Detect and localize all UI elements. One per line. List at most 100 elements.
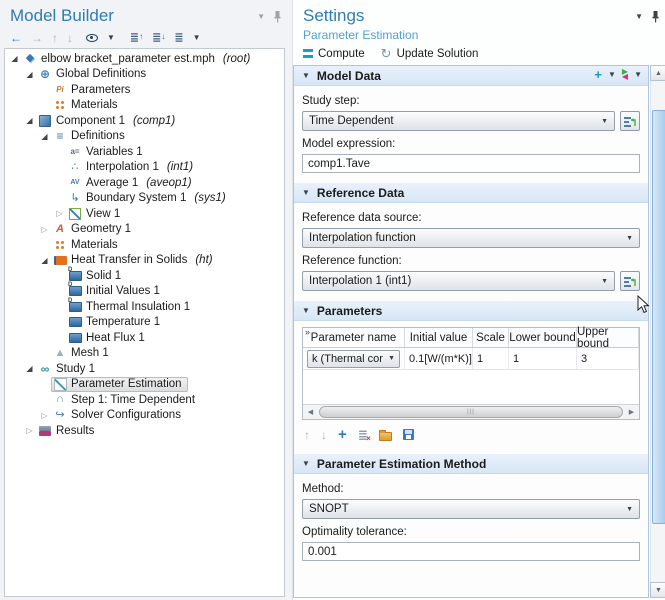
tree-item[interactable]: ∩ Step 1: Time Dependent (5, 392, 284, 408)
tree-item[interactable]: ◢ Heat Transfer in Solids (ht) (5, 253, 284, 269)
expander-icon[interactable]: ◢ (23, 364, 36, 373)
tree-item[interactable]: ◢ ∞ Study 1 (5, 361, 284, 377)
chevron-down-icon: ▼ (601, 277, 608, 285)
tree-item[interactable]: Thermal Insulation 1 (5, 298, 284, 315)
tree-item[interactable]: ◢ Component 1 (comp1) (5, 113, 284, 129)
collapse-section-icon[interactable]: ▼ (302, 459, 310, 468)
tree-item[interactable]: ◢ ≡ Definitions (5, 129, 284, 145)
tree-item[interactable]: ▷ View 1 (5, 206, 284, 222)
load-from-file-icon[interactable] (378, 429, 392, 441)
tree-item[interactable]: Heat Flux 1 (5, 330, 284, 346)
tree-item[interactable]: a= Variables 1 (5, 144, 284, 160)
tree-item[interactable]: ▲ Mesh 1 (5, 346, 284, 362)
method-select[interactable]: SNOPT ▼ (302, 499, 640, 519)
tree-item[interactable]: Temperature 1 (5, 315, 284, 331)
model-expression-input[interactable]: comp1.Tave (302, 154, 640, 173)
tree-item[interactable]: Initial Values 1 (5, 282, 284, 300)
study-step-select[interactable]: Time Dependent ▼ (302, 111, 615, 131)
table-horizontal-scrollbar[interactable]: ◀ ||| ▶ (303, 404, 639, 419)
expander-icon[interactable]: ◢ (38, 256, 51, 265)
parameter-name-select[interactable]: k (Thermal cor ▼ (307, 349, 400, 368)
tree-item[interactable]: Parameter Estimation (5, 376, 284, 393)
update-solution-button[interactable]: ↻ Update Solution (381, 47, 479, 60)
go-to-source-button[interactable] (620, 111, 640, 131)
expander-icon[interactable]: ◢ (38, 132, 51, 141)
pin-icon[interactable] (273, 10, 282, 23)
tree-item[interactable]: ▷ A Geometry 1 (5, 222, 284, 238)
show-icon[interactable] (86, 33, 98, 42)
mesh-icon: ▲ (54, 346, 66, 359)
save-to-file-icon[interactable] (402, 429, 414, 440)
expander-icon[interactable]: ▷ (38, 225, 51, 234)
settings-pin-icon[interactable] (651, 10, 660, 23)
table-cell-lower-bound[interactable]: 1 (509, 348, 577, 369)
tree-item[interactable]: ▷ Results (5, 423, 284, 439)
expander-icon[interactable]: ◢ (23, 70, 36, 79)
vscroll-thumb[interactable] (652, 110, 665, 524)
tree-item[interactable]: Pi Parameters (5, 82, 284, 98)
vscroll-track[interactable] (650, 81, 665, 582)
tree-item-label: Average 1 (86, 176, 139, 189)
tree-item-tag: (ht) (195, 254, 213, 267)
tree-item[interactable]: ∴ Interpolation 1 (int1) (5, 160, 284, 176)
move-row-up-icon[interactable]: ↑ (304, 429, 310, 441)
move-up-icon[interactable]: ↑ (52, 32, 58, 44)
add-expression-caret-icon[interactable]: ▼ (608, 70, 616, 79)
compute-button[interactable]: Compute (303, 48, 365, 60)
panel-menu-caret-icon[interactable]: ▼ (257, 12, 265, 21)
collapse-section-icon[interactable]: ▼ (302, 188, 310, 197)
section-header-reference-data[interactable]: ▼ Reference Data (294, 183, 648, 203)
clear-table-icon[interactable]: ≣ (358, 429, 371, 443)
move-row-down-icon[interactable]: ↓ (321, 429, 327, 441)
tree-item[interactable]: AV Average 1 (aveop1) (5, 175, 284, 191)
add-row-icon[interactable]: + (338, 427, 347, 442)
expander-icon[interactable]: ◢ (8, 54, 21, 63)
replace-expression-caret-icon[interactable]: ▼ (634, 70, 642, 79)
tree-item-label: Global Definitions (56, 68, 147, 81)
add-expression-icon[interactable]: + (594, 68, 602, 81)
expander-icon[interactable]: ◢ (23, 116, 36, 125)
table-cell-upper-bound[interactable]: 3 (577, 348, 639, 369)
forward-arrow-icon[interactable]: → (31, 32, 43, 44)
tree-item[interactable]: ◢ ◆ elbow bracket_parameter est.mph (root) (5, 51, 284, 67)
move-down-icon[interactable]: ↓ (67, 32, 73, 44)
hscroll-track[interactable]: ||| (318, 405, 624, 419)
tree-item[interactable]: ◢ ⊕ Global Definitions (5, 67, 284, 83)
table-cell-initial-value[interactable]: 0.1[W/(m*K)] (405, 348, 473, 369)
tree-options-caret-icon[interactable]: ▼ (193, 33, 201, 42)
scroll-down-icon[interactable]: ▼ (650, 582, 665, 598)
optimality-tolerance-input[interactable]: 0.001 (302, 542, 640, 561)
collapse-section-icon[interactable]: ▼ (302, 71, 310, 80)
table-cell-parameter-name[interactable]: k (Thermal cor ▼ (303, 348, 405, 369)
expander-icon[interactable]: ▷ (23, 426, 36, 435)
hscroll-thumb[interactable]: ||| (319, 406, 623, 418)
section-header-parameters[interactable]: ▼ Parameters (294, 301, 648, 321)
expand-all-icon[interactable]: ≣↑ (130, 31, 143, 44)
expander-icon[interactable]: ▷ (38, 411, 51, 420)
collapse-all-icon[interactable]: ≣↓ (152, 31, 165, 44)
method-value: SNOPT (309, 503, 349, 515)
show-menu-caret-icon[interactable]: ▼ (107, 33, 115, 42)
collapse-section-icon[interactable]: ▼ (302, 306, 310, 315)
settings-menu-caret-icon[interactable]: ▼ (635, 12, 643, 21)
scroll-left-icon[interactable]: ◀ (303, 405, 318, 419)
scroll-right-icon[interactable]: ▶ (624, 405, 639, 419)
section-header-model-data[interactable]: ▼ Model Data + ▼ ▶ ◀ ▼ (294, 66, 648, 86)
table-empty-area[interactable] (303, 370, 639, 404)
section-header-method[interactable]: ▼ Parameter Estimation Method (294, 454, 648, 474)
reference-source-select[interactable]: Interpolation function ▼ (302, 228, 640, 248)
reference-function-select[interactable]: Interpolation 1 (int1) ▼ (302, 271, 615, 291)
expander-icon[interactable]: ▷ (53, 209, 66, 218)
tree-item[interactable]: ▷ ↪ Solver Configurations (5, 408, 284, 424)
definitions-icon: ≡ (56, 129, 64, 144)
go-to-source-button[interactable] (620, 271, 640, 291)
tree-item[interactable]: Materials (5, 237, 284, 253)
back-arrow-icon[interactable]: ← (10, 32, 22, 44)
table-cell-scale[interactable]: 1 (473, 348, 509, 369)
tree-node-text-icon[interactable]: ≣ (174, 31, 183, 44)
tree-item[interactable]: ↳ Boundary System 1 (sys1) (5, 191, 284, 207)
tree-item[interactable]: Solid 1 (5, 267, 284, 284)
scroll-up-icon[interactable]: ▲ (650, 65, 665, 81)
tree-item[interactable]: Materials (5, 98, 284, 114)
replace-expression-icon[interactable]: ▶ ◀ (622, 67, 628, 80)
